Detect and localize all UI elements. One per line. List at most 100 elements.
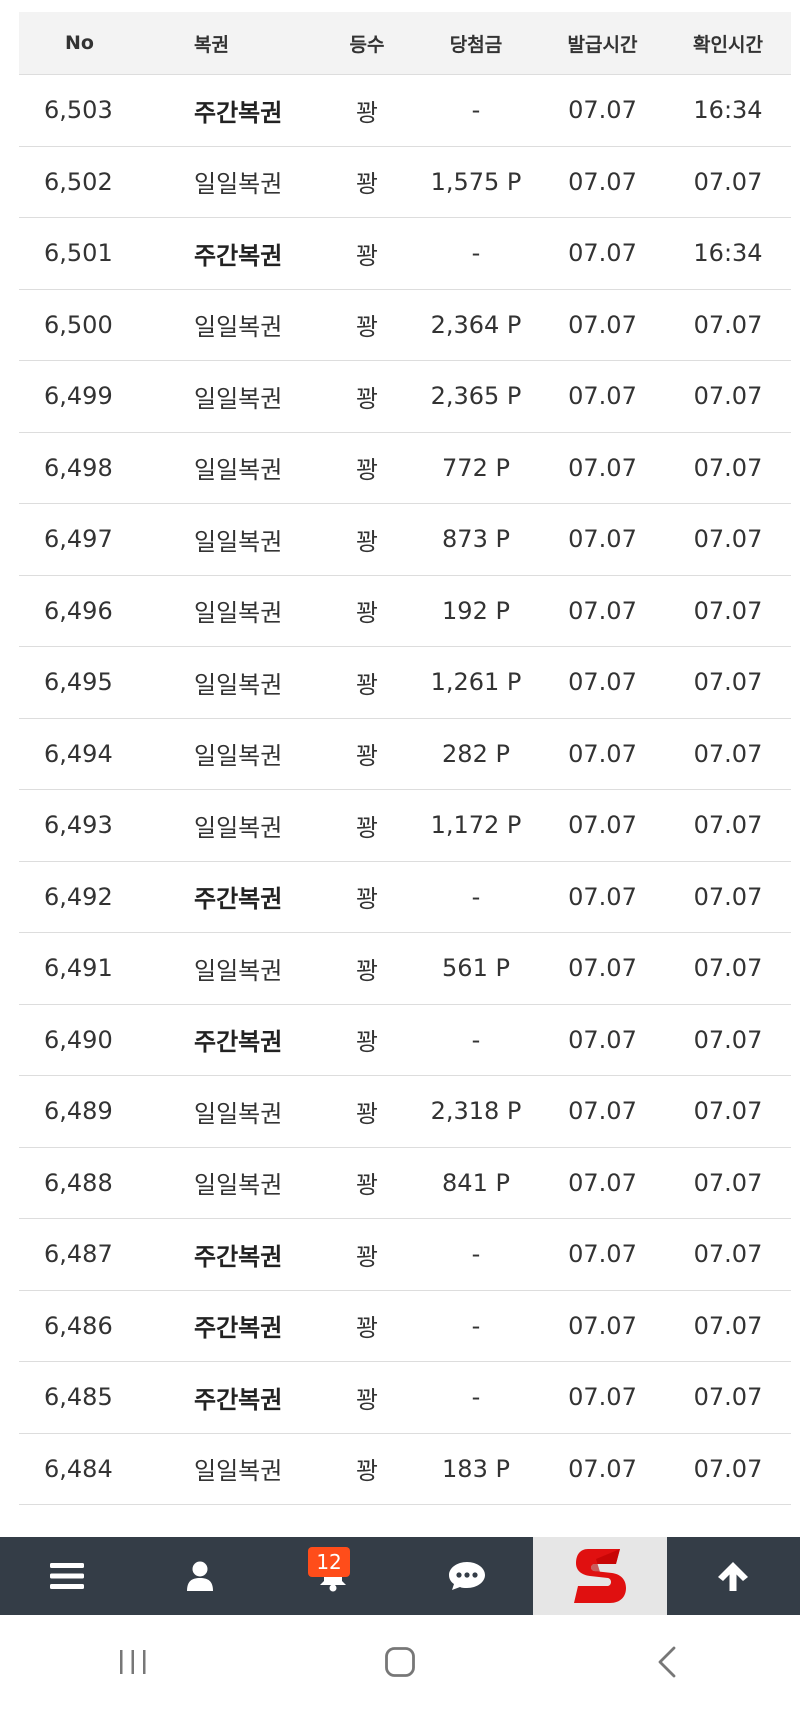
cell-rank: 꽝 — [322, 1004, 412, 1076]
cell-prize: - — [412, 1218, 540, 1291]
cell-lottery-type: 일일복권 — [174, 1433, 322, 1505]
cell-issued-time: 07.07 — [540, 74, 665, 147]
cell-issued-time: 07.07 — [540, 360, 665, 433]
cell-checked-time: 07.07 — [665, 360, 791, 433]
cell-prize: 282 P — [412, 718, 540, 790]
cell-prize: 1,261 P — [412, 646, 540, 719]
cell-issued-time: 07.07 — [540, 1290, 665, 1362]
table-row: 6,502 일일복권 꽝 1,575 P 07.07 07.07 — [19, 146, 791, 218]
header-checked-time: 확인시간 — [665, 12, 791, 75]
cell-checked-time: 07.07 — [665, 1075, 791, 1148]
cell-prize: - — [412, 1004, 540, 1076]
cell-no: 6,496 — [19, 575, 174, 647]
cell-rank: 꽝 — [322, 575, 412, 647]
hamburger-menu-icon — [49, 1563, 84, 1589]
cell-rank: 꽝 — [322, 1147, 412, 1219]
cell-rank: 꽝 — [322, 646, 412, 719]
cell-checked-time: 07.07 — [665, 289, 791, 361]
scroll-top-button[interactable] — [667, 1537, 800, 1615]
cell-rank: 꽝 — [322, 503, 412, 576]
cell-rank: 꽝 — [322, 360, 412, 433]
cell-rank: 꽝 — [322, 1075, 412, 1148]
cell-checked-time: 16:34 — [665, 74, 791, 147]
cell-checked-time: 07.07 — [665, 503, 791, 576]
cell-rank: 꽝 — [322, 861, 412, 933]
table-row: 6,490 주간복권 꽝 -07.07 07.07 — [19, 1004, 791, 1076]
cell-no: 6,484 — [19, 1433, 174, 1505]
cell-prize: - — [412, 1361, 540, 1434]
cell-lottery-type: 주간복권 — [174, 861, 322, 933]
cell-prize: 1,172 P — [412, 789, 540, 862]
cell-prize: 561 P — [412, 932, 540, 1005]
cell-issued-time: 07.07 — [540, 289, 665, 361]
cell-lottery-type: 주간복권 — [174, 1218, 322, 1291]
notification-count-badge: 12 — [308, 1547, 350, 1577]
cell-checked-time: 07.07 — [665, 432, 791, 504]
cell-lottery-type: 주간복권 — [174, 1004, 322, 1076]
header-rank: 등수 — [322, 12, 412, 75]
cell-checked-time: 07.07 — [665, 789, 791, 862]
cell-no: 6,491 — [19, 932, 174, 1005]
cell-rank: 꽝 — [322, 217, 412, 290]
table-row: 6,494 일일복권 꽝 282 P 07.07 07.07 — [19, 718, 791, 790]
cell-no: 6,489 — [19, 1075, 174, 1148]
cell-no: 6,494 — [19, 718, 174, 790]
cell-prize: 183 P — [412, 1433, 540, 1505]
cell-issued-time: 07.07 — [540, 861, 665, 933]
cell-issued-time: 07.07 — [540, 1004, 665, 1076]
cell-rank: 꽝 — [322, 1290, 412, 1362]
cell-no: 6,497 — [19, 503, 174, 576]
header-no: No — [19, 12, 174, 75]
cell-checked-time: 07.07 — [665, 1004, 791, 1076]
table-row: 6,487 주간복권 꽝 -07.07 07.07 — [19, 1218, 791, 1291]
cell-rank: 꽝 — [322, 932, 412, 1005]
cell-issued-time: 07.07 — [540, 1147, 665, 1219]
recents-button[interactable] — [73, 1648, 193, 1676]
user-icon — [186, 1561, 213, 1591]
cell-checked-time: 07.07 — [665, 575, 791, 647]
android-system-nav — [0, 1615, 800, 1709]
cell-checked-time: 07.07 — [665, 1290, 791, 1362]
table-row: 6,486 주간복권 꽝 -07.07 07.07 — [19, 1290, 791, 1362]
cell-rank: 꽝 — [322, 432, 412, 504]
cell-prize: 2,364 P — [412, 289, 540, 361]
cell-lottery-type: 일일복권 — [174, 575, 322, 647]
cell-checked-time: 07.07 — [665, 1218, 791, 1291]
cell-prize: 772 P — [412, 432, 540, 504]
cell-prize: 192 P — [412, 575, 540, 647]
cell-no: 6,495 — [19, 646, 174, 719]
header-lottery-type: 복권 — [174, 12, 322, 75]
site-logo-button[interactable] — [533, 1537, 667, 1615]
back-button[interactable] — [607, 1646, 727, 1678]
arrow-up-icon — [718, 1562, 749, 1591]
cell-rank: 꽝 — [322, 74, 412, 147]
cell-rank: 꽝 — [322, 1218, 412, 1291]
cell-no: 6,490 — [19, 1004, 174, 1076]
table-row: 6,500 일일복권 꽝 2,364 P 07.07 07.07 — [19, 289, 791, 361]
cell-issued-time: 07.07 — [540, 217, 665, 290]
table-row: 6,499 일일복권 꽝 2,365 P 07.07 07.07 — [19, 360, 791, 433]
menu-button[interactable] — [0, 1537, 133, 1615]
cell-lottery-type: 일일복권 — [174, 289, 322, 361]
notifications-button[interactable]: 12 — [267, 1537, 400, 1615]
cell-checked-time: 07.07 — [665, 1361, 791, 1434]
cell-prize: - — [412, 74, 540, 147]
cell-lottery-type: 일일복권 — [174, 789, 322, 862]
cell-checked-time: 07.07 — [665, 1433, 791, 1505]
home-button[interactable] — [340, 1646, 460, 1678]
cell-no: 6,498 — [19, 432, 174, 504]
cell-lottery-type: 주간복권 — [174, 74, 322, 147]
profile-button[interactable] — [133, 1537, 266, 1615]
cell-lottery-type: 일일복권 — [174, 932, 322, 1005]
chat-button[interactable] — [400, 1537, 533, 1615]
header-issued-time: 발급시간 — [540, 12, 665, 75]
header-row: No 복권 등수 당첨금 발급시간 확인시간 — [19, 12, 791, 75]
cell-checked-time: 07.07 — [665, 646, 791, 719]
cell-issued-time: 07.07 — [540, 646, 665, 719]
cell-no: 6,499 — [19, 360, 174, 433]
cell-no: 6,488 — [19, 1147, 174, 1219]
cell-issued-time: 07.07 — [540, 718, 665, 790]
table-header: No 복권 등수 당첨금 발급시간 확인시간 — [19, 12, 791, 75]
cell-prize: 1,575 P — [412, 146, 540, 218]
cell-prize: 873 P — [412, 503, 540, 576]
